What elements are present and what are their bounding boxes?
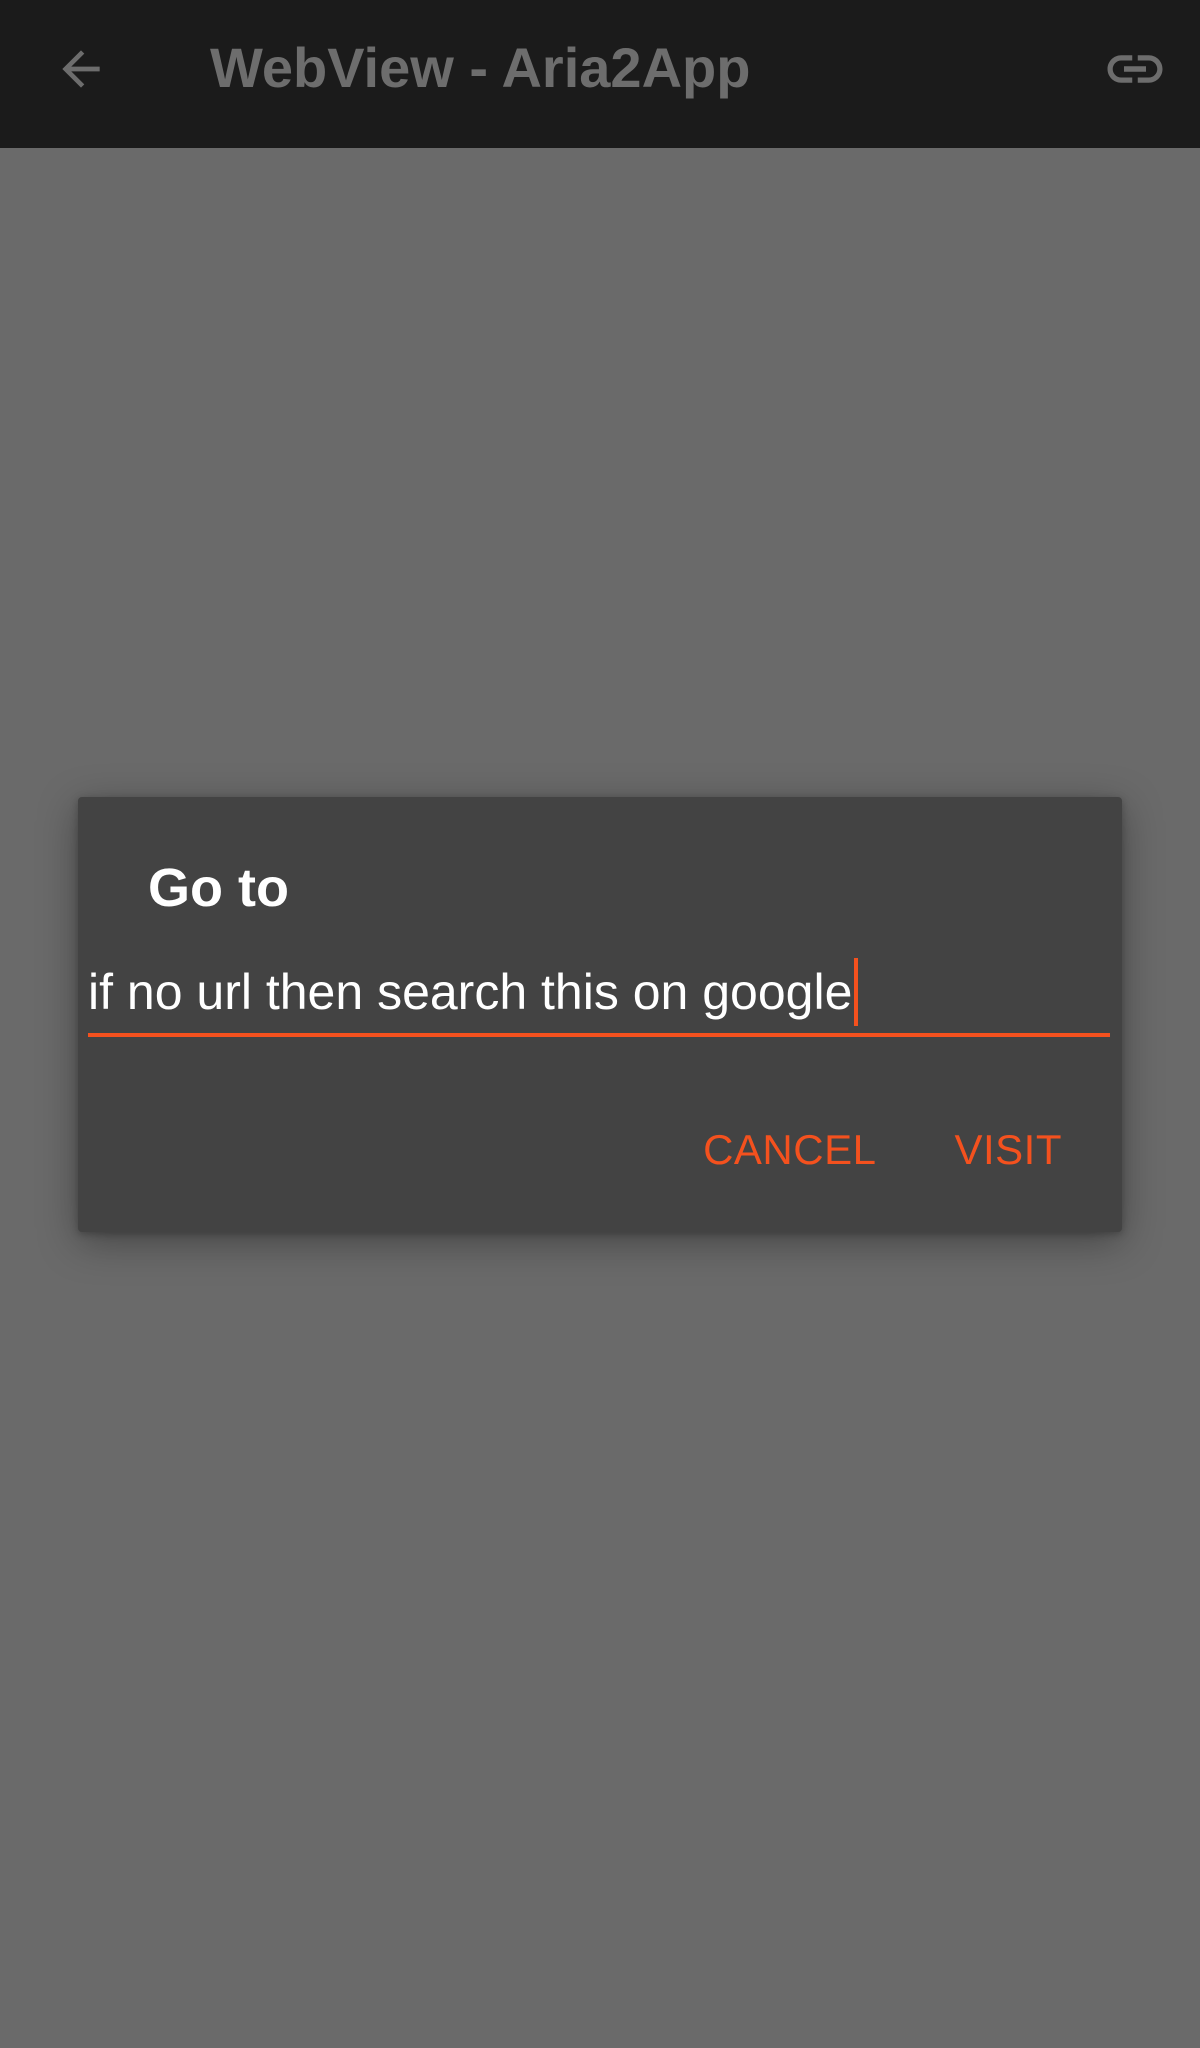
- text-cursor: [854, 957, 859, 1026]
- dialog-actions: CANCEL VISIT: [703, 1120, 1062, 1180]
- back-button[interactable]: [40, 28, 122, 110]
- app-bar: WebView - Aria2App: [0, 0, 1200, 148]
- input-underline: [88, 1033, 1110, 1037]
- open-link-button[interactable]: [1090, 24, 1180, 114]
- link-icon: [1107, 55, 1163, 83]
- url-input-text: if no url then search this on google: [88, 964, 853, 1020]
- visit-button[interactable]: VISIT: [954, 1126, 1062, 1174]
- dialog-title: Go to: [148, 858, 289, 918]
- arrow-left-icon: [62, 50, 100, 88]
- go-to-dialog: Go to if no url then search this on goog…: [78, 797, 1122, 1232]
- page-title: WebView - Aria2App: [210, 36, 751, 99]
- url-input-value[interactable]: if no url then search this on google: [88, 957, 859, 1030]
- cancel-button[interactable]: CANCEL: [703, 1126, 876, 1174]
- url-input[interactable]: if no url then search this on google: [88, 953, 1110, 1037]
